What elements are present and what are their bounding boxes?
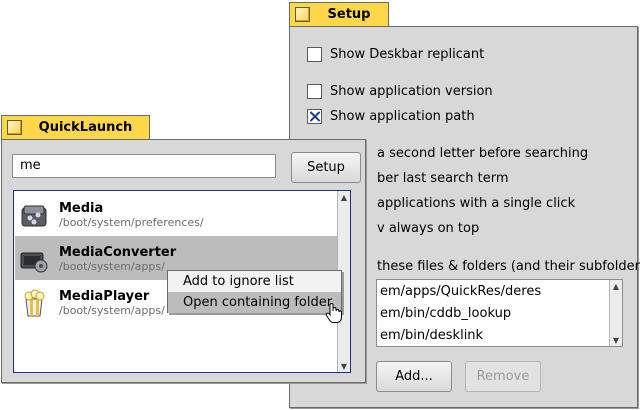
setup-window-title: Setup bbox=[327, 7, 371, 22]
hand-cursor-icon bbox=[325, 302, 342, 323]
option-single-click[interactable]: applications with a single click bbox=[377, 193, 575, 213]
result-name: Media bbox=[59, 201, 104, 216]
remove-button[interactable]: Remove bbox=[465, 361, 541, 392]
option-label: Show application path bbox=[330, 108, 475, 124]
result-name: MediaConverter bbox=[59, 245, 177, 260]
search-input[interactable]: me bbox=[12, 154, 276, 178]
checkbox[interactable] bbox=[307, 46, 322, 62]
ignore-list-scrollbar[interactable]: ▲ ▼ bbox=[609, 280, 622, 346]
option-label: Show application version bbox=[330, 83, 493, 99]
ignore-list-item[interactable]: em/bin/cddb_lookup bbox=[380, 306, 511, 321]
scroll-up-arrow-icon[interactable]: ▲ bbox=[338, 191, 350, 203]
option-label: v always on top bbox=[377, 220, 480, 236]
result-path: /boot/system/apps/ bbox=[59, 260, 165, 273]
close-box-icon[interactable] bbox=[295, 7, 310, 22]
option-second-letter[interactable]: a second letter before searching bbox=[377, 143, 588, 163]
option-label: Show Deskbar replicant bbox=[330, 46, 485, 62]
ignore-list-label: these files & folders (and their subfold… bbox=[377, 258, 640, 274]
result-path: /boot/system/preferences/ bbox=[59, 216, 204, 229]
close-box-icon[interactable] bbox=[7, 120, 22, 135]
option-show-application-path[interactable]: Show application path bbox=[307, 106, 475, 126]
option-label: a second letter before searching bbox=[377, 145, 589, 161]
ignore-list[interactable]: em/apps/QuickRes/deres em/bin/cddb_looku… bbox=[376, 279, 623, 347]
checkbox[interactable] bbox=[307, 83, 322, 99]
option-label: applications with a single click bbox=[377, 195, 576, 211]
quicklaunch-window-tab[interactable]: QuickLaunch bbox=[1, 115, 150, 139]
ignore-list-item[interactable]: em/bin/desklink bbox=[380, 328, 483, 343]
result-path: /boot/system/apps/ bbox=[59, 304, 165, 317]
setup-button[interactable]: Setup bbox=[291, 152, 361, 183]
context-menu: Add to ignore list Open containing folde… bbox=[167, 270, 342, 313]
result-name: MediaPlayer bbox=[59, 289, 150, 304]
menu-item-open-containing-folder[interactable]: Open containing folder bbox=[168, 292, 341, 313]
quicklaunch-window-title: QuickLaunch bbox=[38, 120, 133, 135]
media-prefs-icon bbox=[21, 205, 47, 227]
list-item[interactable]: Media /boot/system/preferences/ bbox=[15, 192, 337, 236]
media-converter-icon bbox=[20, 252, 48, 273]
option-show-deskbar-replicant[interactable]: Show Deskbar replicant bbox=[307, 44, 484, 64]
option-always-on-top[interactable]: v always on top bbox=[377, 218, 479, 238]
ignore-list-item[interactable]: em/apps/QuickRes/deres bbox=[380, 284, 541, 299]
add-button[interactable]: Add... bbox=[376, 361, 452, 392]
option-show-application-version[interactable]: Show application version bbox=[307, 81, 493, 101]
menu-item-add-to-ignore-list[interactable]: Add to ignore list bbox=[168, 271, 341, 292]
media-player-icon bbox=[24, 289, 45, 317]
quicklaunch-window: me Setup Media /boot/system/preferences/ bbox=[1, 139, 366, 383]
checkmark-icon[interactable] bbox=[307, 108, 322, 124]
option-remember-search[interactable]: ber last search term bbox=[377, 168, 509, 188]
option-label: ber last search term bbox=[377, 170, 509, 186]
scroll-down-arrow-icon[interactable]: ▼ bbox=[338, 360, 350, 372]
scroll-down-arrow-icon[interactable]: ▼ bbox=[610, 334, 622, 346]
setup-window-tab[interactable]: Setup bbox=[289, 2, 389, 26]
scroll-up-arrow-icon[interactable]: ▲ bbox=[610, 280, 622, 292]
